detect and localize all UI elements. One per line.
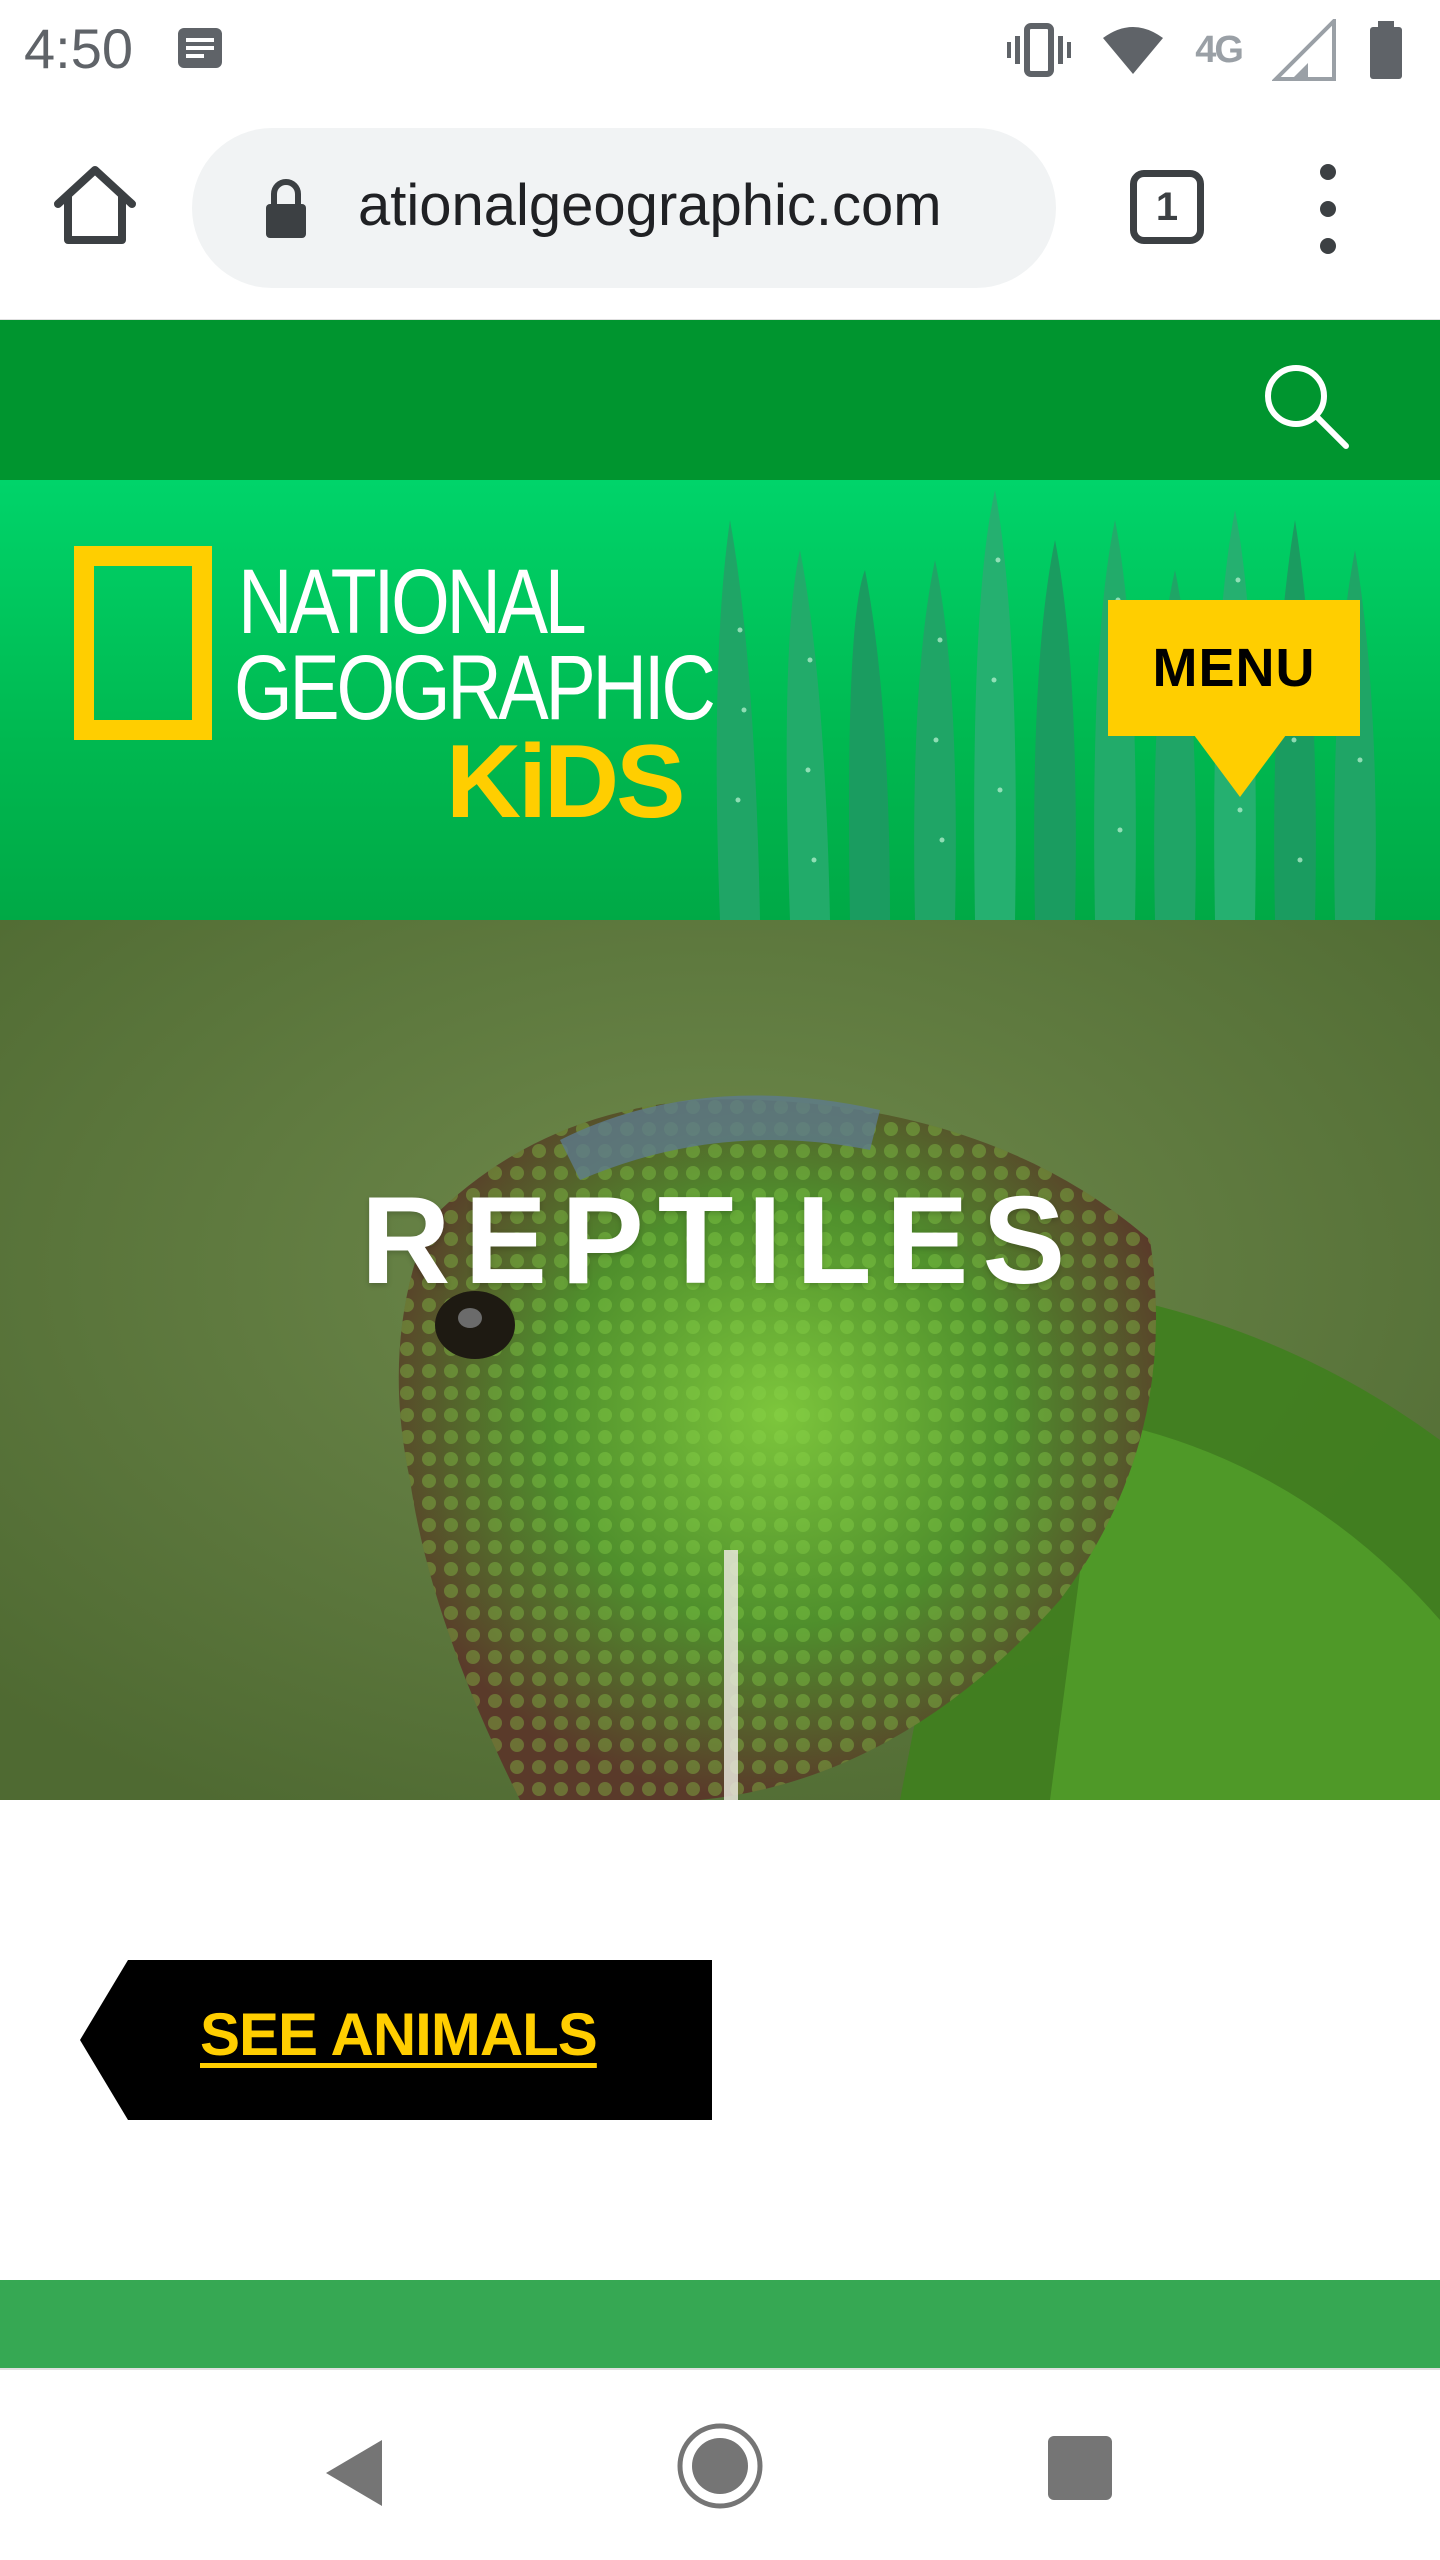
network-type: 4G bbox=[1195, 28, 1244, 71]
chameleon-photo bbox=[0, 920, 1440, 1800]
site-nav-bar bbox=[0, 320, 1440, 480]
url-text: ationalgeographic.com bbox=[358, 173, 942, 238]
search-icon[interactable] bbox=[1258, 358, 1354, 454]
hero-banner: REPTILES bbox=[0, 920, 1440, 1800]
logo-line-national: NATIONAL bbox=[238, 551, 587, 653]
browser-toolbar: ationalgeographic.com 1 bbox=[0, 100, 1440, 320]
signal-icon bbox=[1272, 19, 1336, 81]
battery-icon bbox=[1370, 21, 1402, 79]
system-nav-bar bbox=[0, 2368, 1440, 2560]
home-circle-icon[interactable] bbox=[676, 2422, 764, 2510]
hero-title: REPTILES bbox=[360, 1172, 1080, 1310]
see-animals-button[interactable]: SEE ANIMALS bbox=[80, 1960, 712, 2120]
lock-icon bbox=[266, 179, 306, 238]
menu-button[interactable]: MENU bbox=[1108, 600, 1360, 736]
status-time: 4:50 bbox=[24, 17, 133, 80]
logo-line-kids: KiDS bbox=[446, 724, 685, 840]
status-icons: 4G bbox=[1007, 18, 1404, 82]
status-bar: 4:50 4G bbox=[0, 0, 1440, 100]
menu-arrow-icon bbox=[1194, 735, 1286, 797]
vibrate-icon bbox=[1007, 23, 1072, 77]
more-vert-icon[interactable] bbox=[1308, 164, 1348, 254]
tab-count: 1 bbox=[1155, 184, 1179, 229]
yellow-border-icon bbox=[74, 546, 212, 740]
natgeo-kids-logo[interactable]: NATIONAL GEOGRAPHIC KiDS bbox=[74, 546, 754, 846]
menu-button-label: MENU bbox=[1152, 638, 1316, 698]
home-icon[interactable] bbox=[50, 160, 140, 250]
notification-icon bbox=[178, 28, 222, 68]
see-animals-link[interactable]: SEE ANIMALS bbox=[200, 2000, 598, 2069]
back-icon[interactable] bbox=[324, 2438, 384, 2508]
tabs-switcher-button[interactable]: 1 bbox=[1130, 170, 1204, 244]
section-divider bbox=[0, 2280, 1440, 2368]
site-header: NATIONAL GEOGRAPHIC KiDS MENU bbox=[0, 480, 1440, 920]
logo-line-geographic: GEOGRAPHIC bbox=[234, 637, 716, 739]
wifi-icon bbox=[1103, 27, 1164, 74]
recent-apps-icon[interactable] bbox=[1048, 2436, 1112, 2500]
address-bar[interactable]: ationalgeographic.com bbox=[192, 128, 1056, 288]
